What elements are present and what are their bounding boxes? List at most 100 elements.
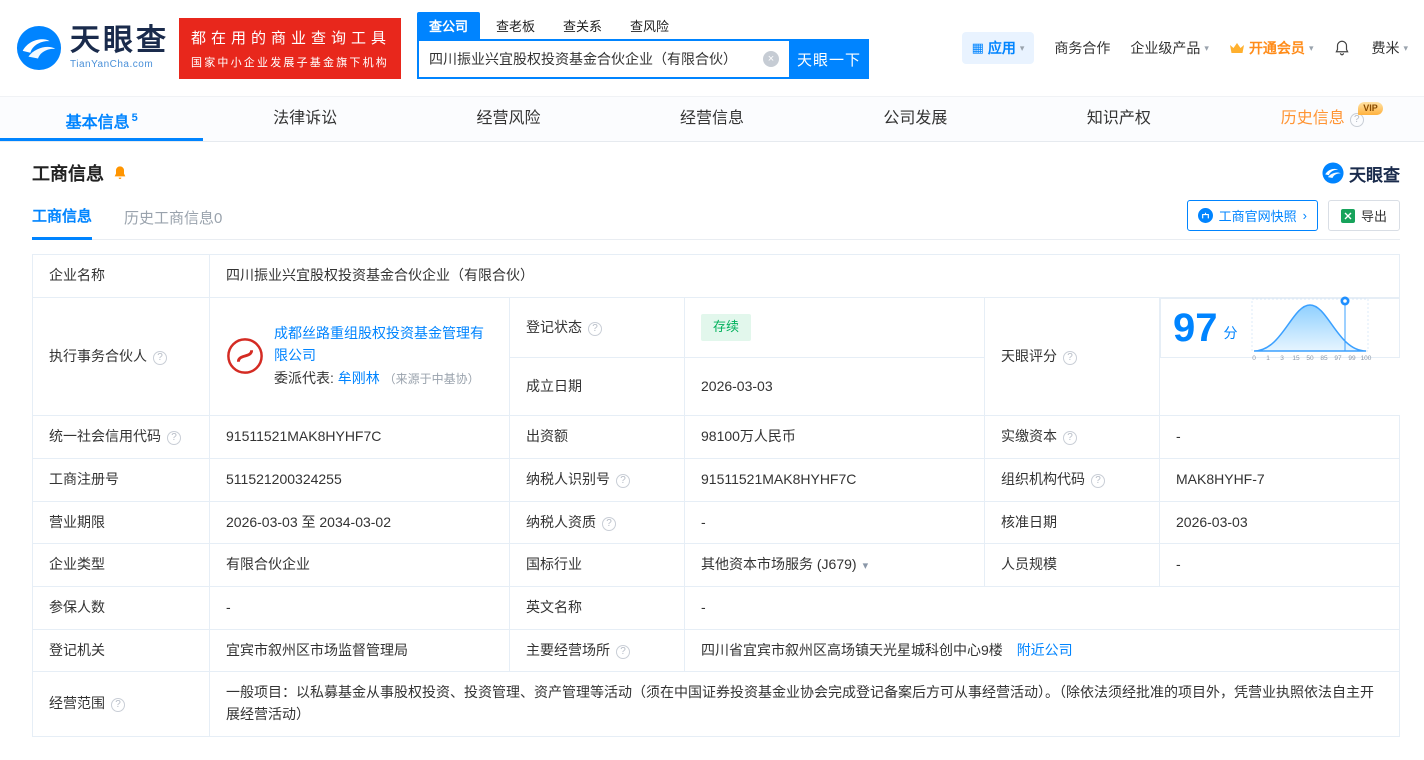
reg-status-label-text: 登记状态 <box>526 318 582 335</box>
partner-label-text: 执行事务合伙人 <box>49 347 147 364</box>
rep-label: 委派代表: <box>274 370 334 387</box>
chevron-down-icon: ▾ <box>1204 42 1209 53</box>
nav-user[interactable]: 费米 ▾ <box>1371 38 1408 58</box>
logo-cn: 天眼查 <box>70 24 169 57</box>
crown-icon <box>1229 43 1244 53</box>
export-button-label: 导出 <box>1360 209 1387 224</box>
approval-date-value: 2026-03-03 <box>1159 500 1400 545</box>
vip-badge: VIP <box>1358 102 1383 115</box>
grid-icon: ▦ <box>971 40 984 55</box>
rep-name-link[interactable]: 牟刚林 <box>338 370 380 386</box>
english-name-value: - <box>684 585 1400 630</box>
tax-qualification-label: 纳税人资质? <box>509 500 685 545</box>
subscribe-bell-icon[interactable] <box>112 165 128 181</box>
logo-domain: TianYanCha.com <box>70 59 154 70</box>
help-icon[interactable]: ? <box>111 698 125 713</box>
paid-capital-label-text: 实缴资本 <box>1001 428 1057 445</box>
search-tab-relation[interactable]: 查关系 <box>551 12 614 39</box>
excel-icon <box>1340 208 1355 223</box>
apps-menu[interactable]: ▦ 应用 ▾ <box>961 32 1035 64</box>
svg-text:0: 0 <box>1252 355 1256 362</box>
score-value: 97 分 0 1 3 15 50 85 97 99 100 <box>1160 296 1400 362</box>
nav-enterprise-products[interactable]: 企业级产品 ▾ <box>1130 38 1209 58</box>
staff-size-label: 人员规模 <box>984 543 1160 587</box>
svg-text:1: 1 <box>1266 355 1270 362</box>
help-icon[interactable]: ? <box>616 644 630 659</box>
clear-search-icon[interactable]: × <box>763 51 779 67</box>
partner-company-link[interactable]: 成都丝路重组股权投资基金管理有限公司 <box>274 325 484 363</box>
tab-operating-risk[interactable]: 经营风险 <box>407 97 610 141</box>
term-label: 营业期限 <box>32 500 210 545</box>
search-tab-risk[interactable]: 查风险 <box>618 12 681 39</box>
nearby-companies-link[interactable]: 附近公司 <box>1017 642 1073 658</box>
tab-company-development[interactable]: 公司发展 <box>814 97 1017 141</box>
table-row: 参保人数 - 英文名称 - <box>32 585 1400 630</box>
tab-ip-label: 知识产权 <box>1086 110 1151 127</box>
section-title: 工商信息 <box>32 164 104 184</box>
subtab-row: 工商信息 历史工商信息0 工商官网快照 › 导出 <box>32 200 1400 240</box>
nav-business-coop-label: 商务合作 <box>1054 40 1111 56</box>
company-name-label: 企业名称 <box>32 254 210 298</box>
search-tab-company[interactable]: 查公司 <box>417 12 481 39</box>
tab-basic-info[interactable]: 基本信息 5 <box>0 97 204 141</box>
help-icon[interactable]: ? <box>1063 350 1077 365</box>
tab-legal-proceedings[interactable]: 法律诉讼 <box>203 97 406 141</box>
help-icon[interactable]: ? <box>1349 113 1364 127</box>
nav-user-label: 费米 <box>1371 40 1400 56</box>
reg-authority-value: 宜宾市叙州区市场监督管理局 <box>209 628 510 673</box>
credit-code-label: 统一社会信用代码? <box>32 415 210 459</box>
chevron-down-icon: ▾ <box>1019 42 1025 53</box>
help-icon[interactable]: ? <box>602 516 616 531</box>
established-value: 2026-03-03 <box>684 357 985 417</box>
industry-value: 其他资本市场服务 (J679) ▾ <box>684 543 985 587</box>
company-type-label: 企业类型 <box>32 543 210 587</box>
promo-banner: 都在用的商业查询工具 国家中小企业发展子基金旗下机构 <box>179 17 401 79</box>
credit-code-label-text: 统一社会信用代码 <box>49 428 161 445</box>
help-icon[interactable]: ? <box>1063 431 1077 446</box>
table-row: 企业类型 有限合伙企业 国标行业 其他资本市场服务 (J679) ▾ 人员规模 - <box>32 543 1400 587</box>
tab-intellectual-property[interactable]: 知识产权 <box>1017 97 1220 141</box>
subtab-business-info[interactable]: 工商信息 <box>32 205 93 240</box>
score-number: 97 <box>1173 305 1218 350</box>
help-icon[interactable]: ? <box>588 321 602 336</box>
business-scope-label-text: 经营范围 <box>49 695 105 712</box>
nav-business-coop[interactable]: 商务合作 <box>1054 38 1110 58</box>
svg-text:100: 100 <box>1360 355 1371 362</box>
export-button[interactable]: 导出 <box>1327 200 1400 231</box>
help-icon[interactable]: ? <box>1091 473 1105 488</box>
business-scope-value: 一般项目：以私募基金从事股权投资、投资管理、资产管理等活动（须在中国证券投资基金… <box>209 671 1400 737</box>
subtab-history-business-info[interactable]: 历史工商信息0 <box>124 207 222 239</box>
partner-label: 执行事务合伙人? <box>32 296 210 417</box>
reg-no-value: 511521200324255 <box>209 457 510 502</box>
official-snapshot-button[interactable]: 工商官网快照 › <box>1186 200 1318 231</box>
capital-value: 98100万人民币 <box>684 415 985 459</box>
apps-menu-label: 应用 <box>987 40 1016 56</box>
svg-text:3: 3 <box>1280 355 1284 362</box>
nav-open-vip[interactable]: 开通会员 ▾ <box>1229 38 1314 58</box>
org-code-label-text: 组织机构代码 <box>1001 470 1085 487</box>
tab-legal-label: 法律诉讼 <box>273 110 338 127</box>
table-row: 执行事务合伙人? 成都丝路重组股权投资基金管理有限公司 委派代表: 牟刚林 （来… <box>32 296 1400 417</box>
tax-qualification-label-text: 纳税人资质 <box>526 513 596 530</box>
search-tab-boss[interactable]: 查老板 <box>484 12 547 39</box>
chevron-down-icon[interactable]: ▾ <box>863 560 869 572</box>
search-input[interactable] <box>417 39 789 79</box>
reg-status-value: 存续 <box>684 296 985 359</box>
tab-operating-info[interactable]: 经营信息 <box>610 97 813 141</box>
table-row: 经营范围? 一般项目：以私募基金从事股权投资、投资管理、资产管理等活动（须在中国… <box>32 671 1400 737</box>
search-button[interactable]: 天眼一下 <box>789 39 869 79</box>
help-icon[interactable]: ? <box>167 431 181 446</box>
tianyancha-logo[interactable]: 天眼查 TianYanCha.com <box>16 25 169 71</box>
svg-text:50: 50 <box>1306 355 1314 362</box>
address-text: 四川省宜宾市叙州区高场镇天光星城科创中心9楼 <box>701 641 1003 658</box>
notification-bell[interactable] <box>1333 39 1351 57</box>
chevron-down-icon: ▾ <box>1308 42 1314 53</box>
watermark-label: 天眼查 <box>1349 165 1400 185</box>
help-icon[interactable]: ? <box>153 350 167 365</box>
arrow-right-icon: › <box>1302 208 1307 223</box>
tab-history-info[interactable]: 历史信息? VIP <box>1221 97 1424 141</box>
org-code-label: 组织机构代码? <box>984 457 1160 502</box>
snapshot-button-label: 工商官网快照 <box>1218 209 1297 224</box>
help-icon[interactable]: ? <box>616 473 630 488</box>
table-row: 统一社会信用代码? 91511521MAK8HYHF7C 出资额 98100万人… <box>32 415 1400 459</box>
